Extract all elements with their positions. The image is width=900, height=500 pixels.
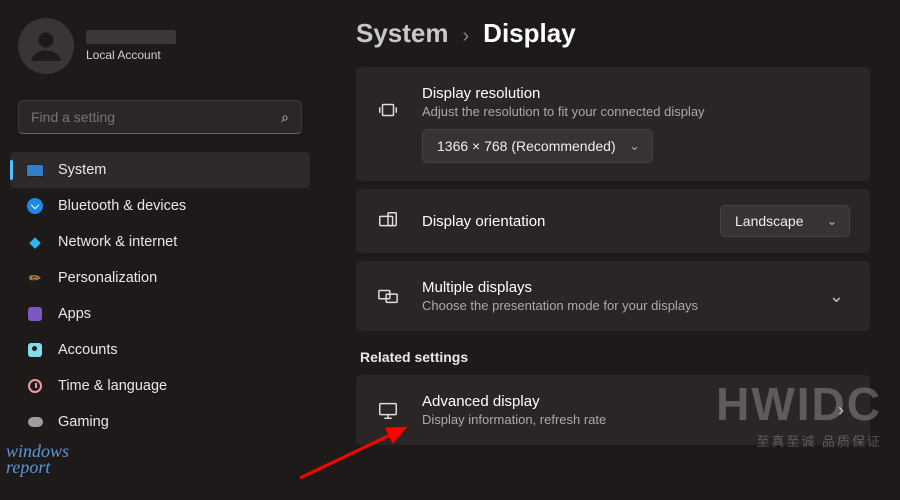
watermark-hwidc: HWIDC 至真至诚 品质保证 xyxy=(716,377,882,450)
nav-label: Bluetooth & devices xyxy=(58,198,186,214)
user-name-redacted xyxy=(86,30,176,44)
nav-label: System xyxy=(58,162,106,178)
watermark-windows-report: windowsreport xyxy=(6,444,69,475)
panel-title: Display resolution xyxy=(422,85,850,102)
nav: System ⌵ Bluetooth & devices ◆ Network &… xyxy=(10,152,310,440)
orientation-icon xyxy=(376,210,400,232)
orientation-dropdown[interactable]: Landscape ⌄ xyxy=(720,205,850,237)
chevron-down-icon: ⌄ xyxy=(829,286,844,307)
wifi-icon: ◆ xyxy=(26,233,44,251)
gaming-icon xyxy=(26,413,44,431)
resolution-dropdown[interactable]: 1366 × 768 (Recommended) ⌄ xyxy=(422,129,653,163)
user-account-row[interactable]: Local Account xyxy=(10,14,310,78)
breadcrumb-current: Display xyxy=(483,18,576,49)
accounts-icon xyxy=(26,341,44,359)
panel-title: Multiple displays xyxy=(422,279,807,296)
related-settings-label: Related settings xyxy=(360,349,870,365)
nav-item-accounts[interactable]: Accounts xyxy=(10,332,310,368)
user-account-type: Local Account xyxy=(86,48,176,62)
chevron-down-icon: ⌄ xyxy=(630,139,640,153)
nav-label: Personalization xyxy=(58,270,157,286)
brush-icon: ✎ xyxy=(22,265,47,290)
nav-item-gaming[interactable]: Gaming xyxy=(10,404,310,440)
system-icon xyxy=(26,161,44,179)
chevron-down-icon: ⌄ xyxy=(827,214,837,228)
panel-title: Display orientation xyxy=(422,213,698,230)
nav-item-network[interactable]: ◆ Network & internet xyxy=(10,224,310,260)
orientation-value: Landscape xyxy=(735,213,804,229)
nav-label: Network & internet xyxy=(58,234,177,250)
nav-item-bluetooth[interactable]: ⌵ Bluetooth & devices xyxy=(10,188,310,224)
apps-icon xyxy=(26,305,44,323)
clock-icon xyxy=(26,377,44,395)
search-input[interactable] xyxy=(31,109,281,125)
resolution-value: 1366 × 768 (Recommended) xyxy=(437,138,616,154)
bluetooth-icon: ⌵ xyxy=(26,197,44,215)
annotation-arrow xyxy=(290,418,430,488)
nav-label: Apps xyxy=(58,306,91,322)
nav-label: Time & language xyxy=(58,378,167,394)
breadcrumb: System › Display xyxy=(356,18,870,49)
sidebar: Local Account ⌕ System ⌵ Bluetooth & dev… xyxy=(0,0,320,500)
resolution-icon xyxy=(376,99,400,121)
avatar xyxy=(18,18,74,74)
display-orientation-panel: Display orientation Landscape ⌄ xyxy=(356,189,870,253)
nav-item-system[interactable]: System xyxy=(10,152,310,188)
multiple-displays-panel[interactable]: Multiple displays Choose the presentatio… xyxy=(356,261,870,331)
nav-label: Accounts xyxy=(58,342,118,358)
nav-label: Gaming xyxy=(58,414,109,430)
display-resolution-panel: Display resolution Adjust the resolution… xyxy=(356,67,870,181)
panel-subtitle: Adjust the resolution to fit your connec… xyxy=(422,104,850,119)
breadcrumb-parent[interactable]: System xyxy=(356,18,449,49)
nav-item-personalization[interactable]: ✎ Personalization xyxy=(10,260,310,296)
nav-item-apps[interactable]: Apps xyxy=(10,296,310,332)
chevron-right-icon: › xyxy=(463,25,470,48)
search-icon: ⌕ xyxy=(281,109,289,126)
nav-item-time[interactable]: Time & language xyxy=(10,368,310,404)
panel-subtitle: Choose the presentation mode for your di… xyxy=(422,298,807,313)
search-input-container[interactable]: ⌕ xyxy=(18,100,302,134)
multi-display-icon xyxy=(376,285,400,307)
